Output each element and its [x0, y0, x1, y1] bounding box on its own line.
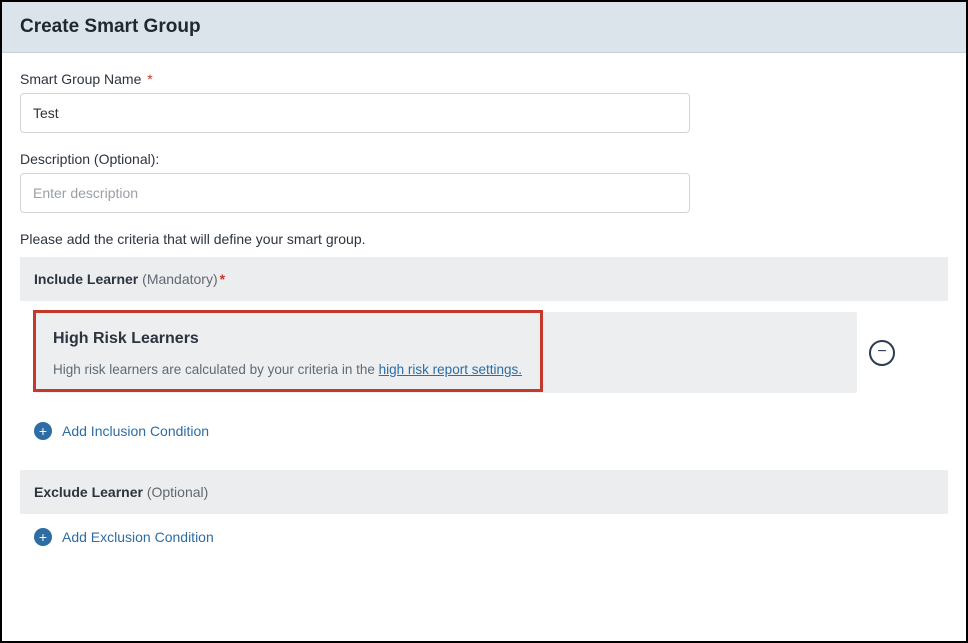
smart-group-name-input[interactable] [20, 93, 690, 133]
name-field-block: Smart Group Name * [20, 71, 948, 133]
minus-icon: − [877, 344, 886, 360]
panel-body: Smart Group Name * Description (Optional… [2, 53, 966, 560]
exclude-section-header: Exclude Learner (Optional) [20, 470, 948, 514]
highlight-outline [33, 310, 543, 392]
name-label: Smart Group Name * [20, 71, 948, 87]
condition-row: High Risk Learners High risk learners ar… [35, 312, 933, 393]
description-label: Description (Optional): [20, 151, 948, 167]
add-inclusion-label: Add Inclusion Condition [62, 423, 209, 439]
plus-icon: + [34, 528, 52, 546]
description-input[interactable] [20, 173, 690, 213]
include-section-header: Include Learner (Mandatory)* [20, 257, 948, 301]
condition-title: High Risk Learners [53, 330, 839, 348]
high-risk-learners-card: High Risk Learners High risk learners ar… [35, 312, 857, 393]
add-exclusion-row[interactable]: + Add Exclusion Condition [20, 514, 948, 560]
required-mark: * [147, 71, 152, 87]
panel-title: Create Smart Group [20, 16, 948, 38]
remove-condition-button[interactable]: − [869, 340, 895, 366]
plus-icon: + [34, 422, 52, 440]
add-exclusion-label: Add Exclusion Condition [62, 529, 214, 545]
panel-header: Create Smart Group [2, 2, 966, 53]
criteria-instructions: Please add the criteria that will define… [20, 231, 948, 247]
condition-description: High risk learners are calculated by you… [53, 362, 839, 377]
add-inclusion-row[interactable]: + Add Inclusion Condition [20, 408, 948, 454]
include-section-body: High Risk Learners High risk learners ar… [20, 301, 948, 408]
create-smart-group-panel: Create Smart Group Smart Group Name * De… [0, 0, 968, 643]
high-risk-report-settings-link[interactable]: high risk report settings. [379, 362, 522, 377]
description-field-block: Description (Optional): [20, 151, 948, 213]
